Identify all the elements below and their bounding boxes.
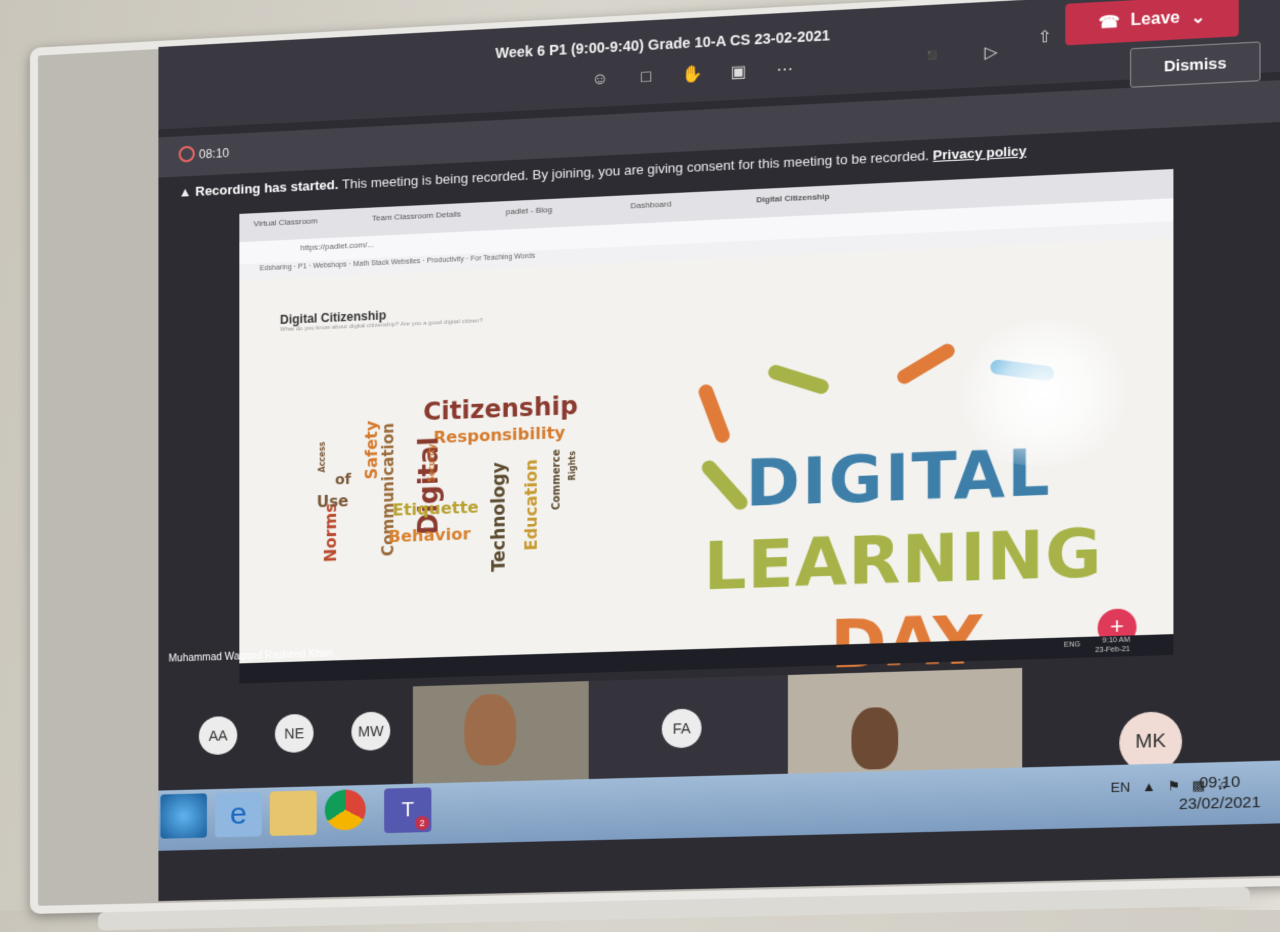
browser-tab[interactable]: Virtual Classroom — [254, 216, 318, 228]
breakout-icon[interactable]: ▣ — [727, 62, 750, 84]
browser-tab[interactable]: Team Classroom Details — [372, 209, 461, 222]
word-cloud-word: Norms — [320, 502, 340, 563]
warning-icon: ▲ — [178, 184, 192, 200]
mic-off-icon[interactable]: ▷ — [979, 42, 1003, 64]
ribbon-decoration — [696, 382, 732, 445]
chat-icon[interactable]: □ — [635, 67, 658, 89]
projected-screen: Week 6 P1 (9:00-9:40) Grade 10-A CS 23-0… — [158, 0, 1280, 902]
record-icon — [178, 145, 195, 163]
word-cloud-word: Security — [427, 443, 437, 483]
word-cloud-word: Rights — [567, 450, 578, 481]
dismiss-button[interactable]: Dismiss — [1130, 41, 1261, 88]
start-button[interactable] — [160, 793, 207, 839]
bookmark[interactable]: For Teaching Words — [471, 253, 536, 263]
shared-lang: ENG — [1063, 641, 1081, 649]
browser-tab-active[interactable]: Digital Citizenship — [756, 192, 829, 205]
avatar[interactable]: MW — [351, 711, 391, 751]
word-cloud-word: Commerce — [551, 449, 563, 511]
phone-icon: ☎ — [1098, 13, 1120, 33]
padlet-header: Digital Citizenship What do you know abo… — [280, 304, 483, 333]
banner-learning: LEARNING — [703, 515, 1103, 606]
word-cloud-word: Etiquette — [392, 497, 479, 520]
meeting-title: Week 6 P1 (9:00-9:40) Grade 10-A CS 23-0… — [495, 26, 831, 62]
more-icon[interactable]: ⋯ — [773, 60, 796, 82]
word-cloud-word: Access — [317, 441, 327, 473]
word-cloud-word: Citizenship — [423, 391, 578, 427]
share-tray-icon[interactable]: ⇧ — [1033, 27, 1057, 49]
bookmark[interactable]: Webshops — [313, 261, 347, 270]
leave-label: Leave — [1130, 9, 1180, 30]
word-cloud-word: Education — [521, 459, 542, 551]
language-indicator[interactable]: EN — [1111, 779, 1131, 795]
ribbon-decoration — [698, 457, 751, 513]
participant-face — [851, 706, 899, 770]
taskbar-date: 23/02/2021 — [1178, 793, 1261, 814]
recording-time: 08:10 — [198, 145, 230, 162]
word-cloud-word: Use — [316, 492, 349, 512]
internet-explorer-icon[interactable]: e — [215, 791, 262, 838]
word-cloud-word: Responsibility — [433, 422, 566, 448]
interactive-whiteboard: Week 6 P1 (9:00-9:40) Grade 10-A CS 23-0… — [30, 0, 1280, 931]
taskbar-clock[interactable]: 09:10 23/02/2021 — [1179, 772, 1261, 816]
word-cloud-word: Behavior — [388, 524, 471, 547]
word-cloud-word: Technology — [488, 461, 510, 572]
avatar[interactable]: AA — [198, 715, 238, 756]
bookmark[interactable]: P1 — [298, 263, 307, 270]
leave-button[interactable]: ☎ Leave ⌄ — [1065, 0, 1239, 46]
shared-date: 23-Feb-21 — [1095, 645, 1131, 655]
file-explorer-icon[interactable] — [269, 790, 317, 837]
browser-tab[interactable]: Dashboard — [630, 199, 671, 210]
chrome-icon[interactable] — [324, 789, 366, 831]
camera-off-icon[interactable]: ◾ — [921, 46, 944, 68]
avatar: FA — [661, 708, 702, 749]
chevron-down-icon[interactable]: ⌄ — [1191, 7, 1206, 29]
privacy-policy-link[interactable]: Privacy policy — [933, 143, 1027, 163]
chevron-up-icon[interactable]: ▲ — [1142, 778, 1156, 794]
ribbon-decoration — [894, 341, 958, 387]
browser-tab[interactable]: padlet - Blog — [506, 205, 553, 216]
notification-badge: 2 — [414, 815, 430, 831]
raise-hand-icon[interactable]: ✋ — [681, 64, 704, 86]
avatar[interactable]: NE — [274, 713, 314, 754]
word-cloud: Citizenship Responsibility Digital Safet… — [311, 368, 662, 605]
teams-icon[interactable]: T2 — [384, 787, 432, 834]
meeting-controls: ☺ □ ✋ ▣ ⋯ — [589, 60, 797, 91]
bookmark[interactable]: Productivity — [427, 256, 464, 265]
shared-clock: 9:10 AM — [1102, 636, 1131, 645]
bookmark[interactable]: Math Stack Websites — [353, 258, 420, 268]
participant-face — [464, 693, 517, 767]
bookmark[interactable]: Edsharing — [260, 264, 292, 273]
taskbar-time: 09:10 — [1199, 773, 1241, 792]
word-cloud-word: of — [335, 471, 352, 489]
shared-screen-content: Virtual Classroom Team Classroom Details… — [239, 169, 1174, 684]
recording-title: Recording has started. — [195, 176, 339, 199]
ribbon-decoration — [766, 363, 831, 396]
people-icon[interactable]: ☺ — [589, 69, 612, 91]
